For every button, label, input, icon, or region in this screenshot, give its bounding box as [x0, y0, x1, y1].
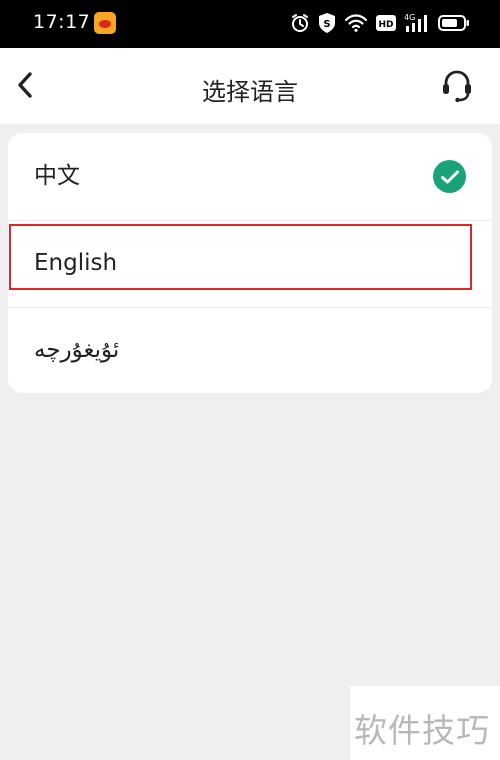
svg-text:HD: HD [378, 20, 393, 30]
language-label: ئۇيغۇرچە [34, 337, 120, 363]
language-item-chinese[interactable]: 中文 [8, 133, 492, 220]
signal-4g-icon: 4G [404, 13, 427, 32]
headset-icon[interactable] [438, 68, 476, 104]
hd-icon: HD [376, 15, 396, 31]
status-icons: S HD 4G [290, 11, 470, 35]
svg-text:4G: 4G [404, 13, 415, 22]
check-icon [433, 160, 466, 193]
language-label: English [34, 250, 118, 276]
svg-text:S: S [323, 19, 330, 30]
status-time: 17:17 [33, 11, 91, 33]
language-item-english[interactable]: English [8, 220, 492, 307]
nav-bar: 选择语言 [0, 48, 500, 124]
status-bar: 17:17 S HD 4G [0, 0, 500, 48]
language-list: 中文 English ئۇيغۇرچە [8, 133, 492, 393]
weibo-icon [94, 12, 116, 34]
language-item-uyghur[interactable]: ئۇيغۇرچە [8, 307, 492, 393]
watermark-text: 软件技巧 [354, 711, 490, 750]
alarm-icon [292, 14, 308, 32]
shield-icon: S [319, 13, 335, 33]
language-label: 中文 [34, 163, 80, 189]
watermark: 软件技巧 [350, 686, 500, 760]
wifi-icon [344, 14, 368, 32]
page-title: 选择语言 [202, 78, 298, 106]
battery-icon [438, 15, 469, 31]
